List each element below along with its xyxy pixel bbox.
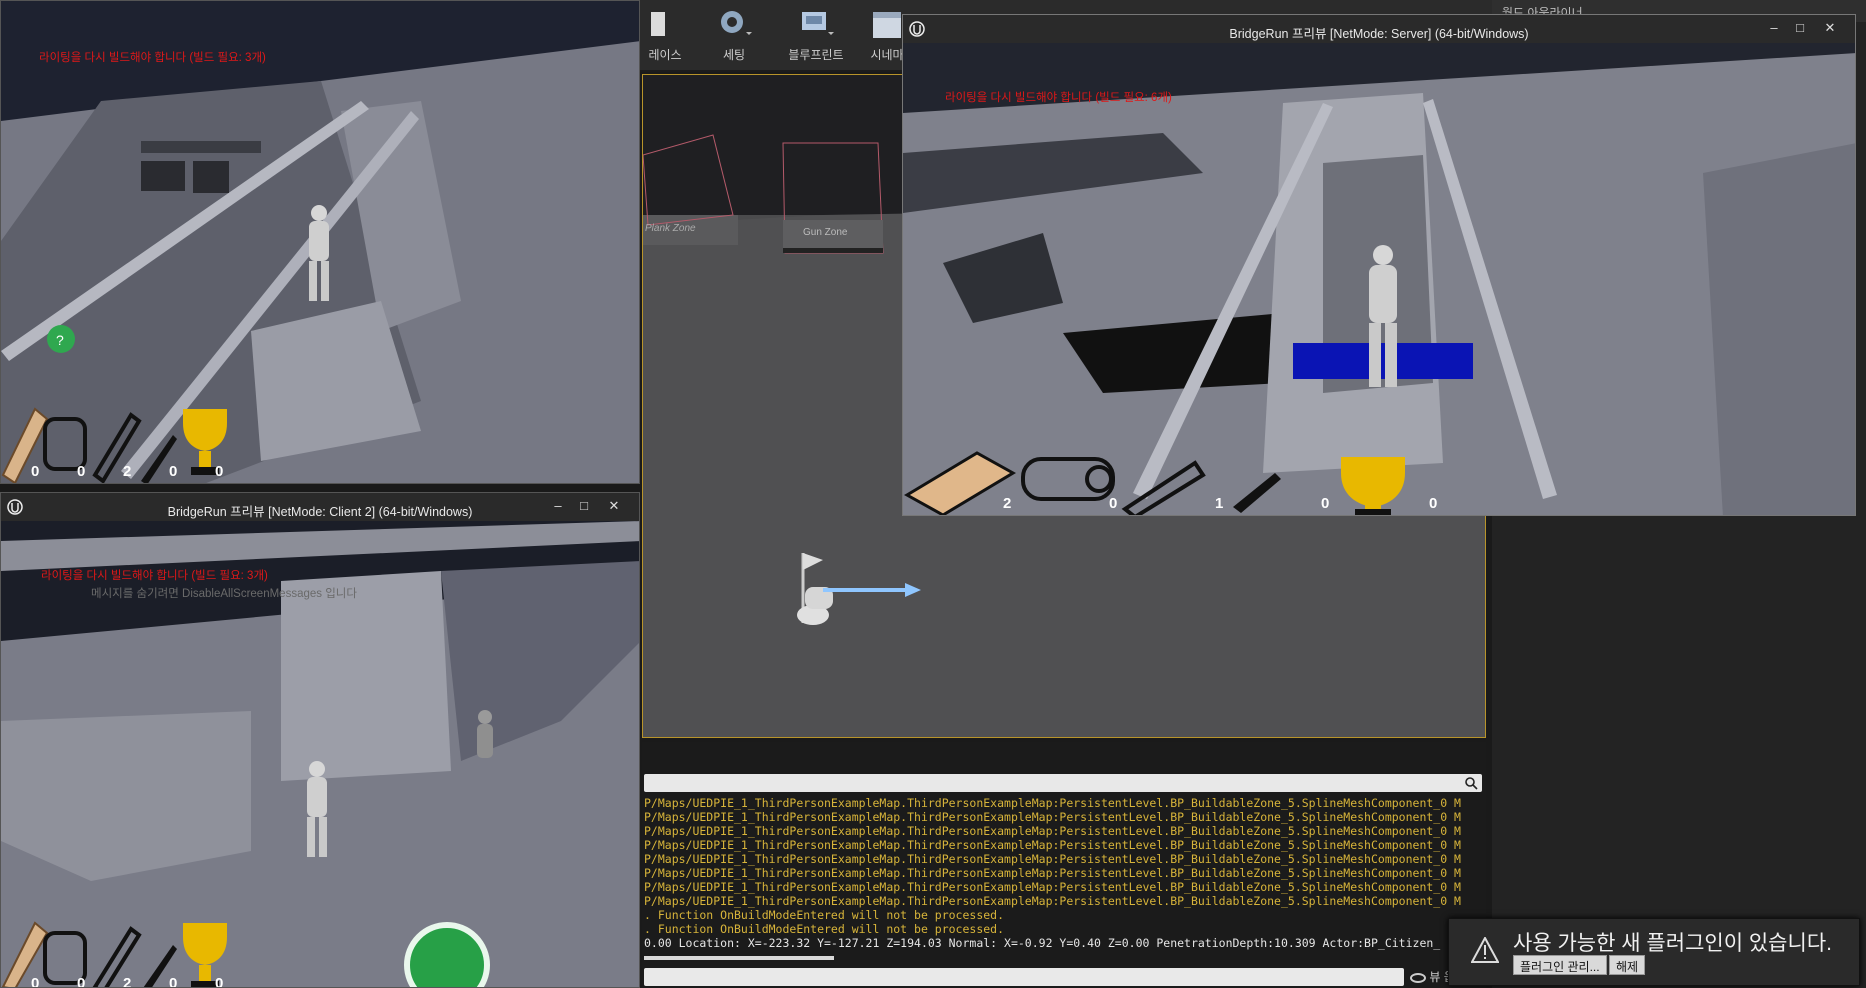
pie-window-server[interactable]: BridgeRun 프리뷰 [NetMode: Server] (64-bit/… (902, 14, 1856, 516)
log-line: P/Maps/UEDPIE_1_ThirdPersonExampleMap.Th… (644, 796, 1461, 810)
inventory-hud: 2 0 1 0 0 (903, 433, 1463, 515)
rifle-icon (1233, 473, 1281, 513)
manage-plugins-button[interactable]: 플러그인 관리... (1513, 955, 1607, 975)
rifle-count: 0 (169, 463, 178, 480)
character-model (477, 710, 493, 758)
rope-icon (1021, 457, 1115, 501)
rope-count: 0 (1109, 495, 1118, 512)
gear-icon (721, 11, 752, 35)
rifle-count: 0 (169, 975, 178, 988)
telescope-icon (92, 926, 142, 987)
log-line: P/Maps/UEDPIE_1_ThirdPersonExampleMap.Th… (644, 866, 1461, 880)
telescope-count: 2 (123, 975, 132, 988)
minimize-button[interactable]: – (547, 498, 569, 514)
server-titlebar[interactable]: BridgeRun 프리뷰 [NetMode: Server] (64-bit/… (903, 15, 1855, 43)
plank-count: 2 (1003, 495, 1012, 512)
toolbar-blueprints-button[interactable]: 블루프린트 (780, 4, 852, 68)
build-placement-preview (1293, 343, 1473, 379)
log-line: P/Maps/UEDPIE_1_ThirdPersonExampleMap.Th… (644, 852, 1461, 866)
lighting-warning: 라이팅을 다시 빌드해야 합니다 (빌드 필요: 3개) (41, 570, 268, 582)
trophy-icon (1341, 457, 1405, 515)
trophy-count: 0 (215, 975, 224, 988)
lighting-warning: 라이팅을 다시 빌드해야 합니다 (빌드 필요: 6개) (945, 92, 1172, 104)
telescope-count: 2 (123, 463, 132, 480)
plugin-notification-toast: 사용 가능한 새 플러그인이 있습니다. 플러그인 관리... 해제 (1448, 918, 1860, 986)
log-line: 0.00 Location: X=-223.32 Y=-127.21 Z=194… (644, 936, 1441, 950)
close-button[interactable]: ✕ (1819, 20, 1841, 36)
log-line: P/Maps/UEDPIE_1_ThirdPersonExampleMap.Th… (644, 880, 1461, 894)
minimize-button[interactable]: – (1763, 20, 1785, 36)
log-horizontal-scrollbar[interactable] (644, 956, 834, 960)
hud-icons (904, 451, 1405, 515)
rope-count: 0 (77, 463, 86, 480)
telescope-count: 1 (1215, 495, 1224, 512)
cube-icon (651, 12, 665, 36)
inventory-hud: 0 0 2 0 0 (1, 921, 241, 988)
log-line: P/Maps/UEDPIE_1_ThirdPersonExampleMap.Th… (644, 810, 1461, 824)
toolbar-settings-button[interactable]: 세팅 (702, 4, 766, 68)
plank-count: 0 (31, 975, 40, 988)
close-button[interactable]: ✕ (603, 498, 625, 514)
maximize-button[interactable]: □ (573, 498, 595, 514)
client-2-titlebar[interactable]: BridgeRun 프리뷰 [NetMode: Client 2] (64-bi… (1, 493, 639, 521)
search-icon (1465, 777, 1478, 790)
unreal-editor: 레이스 세팅 블루프린트 시네마 월드 아웃라이너 Plank Zone Gun… (0, 0, 1866, 988)
console-command-input[interactable] (644, 968, 1404, 986)
rope-icon (43, 417, 87, 471)
log-line: . Function OnBuildModeEntered will not b… (644, 922, 1005, 936)
svg-text:?: ? (56, 332, 64, 348)
eye-icon (1410, 972, 1426, 983)
gun-zone-label: Gun Zone (803, 227, 848, 238)
server-title: BridgeRun 프리뷰 [NetMode: Server] (64-bit/… (1229, 27, 1529, 41)
plank-icon (1, 921, 49, 987)
log-search-input[interactable] (644, 774, 1482, 792)
telescope-icon (1121, 460, 1206, 515)
log-lines: P/Maps/UEDPIE_1_ThirdPersonExampleMap.Th… (644, 796, 1474, 956)
telescope-icon (92, 412, 142, 483)
plank-icon (1, 407, 49, 483)
output-log-panel: P/Maps/UEDPIE_1_ThirdPersonExampleMap.Th… (642, 742, 1486, 988)
client-2-title: BridgeRun 프리뷰 [NetMode: Client 2] (64-bi… (167, 505, 473, 519)
inventory-hud: 0 0 2 0 0 (1, 405, 241, 483)
plank-zone-label: Plank Zone (645, 223, 696, 234)
pie-window-client-1[interactable]: ? 라이팅을 다시 빌드해야 합니다 (빌드 필요: 3개) 0 0 2 0 0 (0, 0, 640, 484)
rifle-count: 0 (1321, 495, 1330, 512)
trophy-count: 0 (215, 463, 224, 480)
log-line: P/Maps/UEDPIE_1_ThirdPersonExampleMap.Th… (644, 894, 1461, 908)
log-line: P/Maps/UEDPIE_1_ThirdPersonExampleMap.Th… (644, 824, 1461, 838)
lighting-warning: 라이팅을 다시 빌드해야 합니다 (빌드 필요: 3개) (39, 52, 266, 64)
plank-count: 0 (31, 463, 40, 480)
screen-message-hint: 메시지를 숨기려면 DisableAllScreenMessages 입니다 (91, 588, 357, 600)
blueprint-icon (802, 12, 834, 35)
plank-icon (904, 451, 1016, 515)
dismiss-button[interactable]: 해제 (1609, 955, 1646, 975)
log-line: . Function OnBuildModeEntered will not b… (644, 908, 1005, 922)
clapperboard-icon (873, 12, 901, 38)
trophy-count: 0 (1429, 495, 1438, 512)
rope-count: 0 (77, 975, 86, 988)
log-line: P/Maps/UEDPIE_1_ThirdPersonExampleMap.Th… (644, 838, 1461, 852)
pie-window-client-2[interactable]: BridgeRun 프리뷰 [NetMode: Client 2] (64-bi… (0, 492, 640, 988)
maximize-button[interactable]: □ (1789, 20, 1811, 36)
warning-icon (1471, 937, 1499, 963)
toolbar-marketplace-button[interactable]: 레이스 (640, 4, 690, 68)
toast-message: 사용 가능한 새 플러그인이 있습니다. (1513, 932, 1832, 955)
